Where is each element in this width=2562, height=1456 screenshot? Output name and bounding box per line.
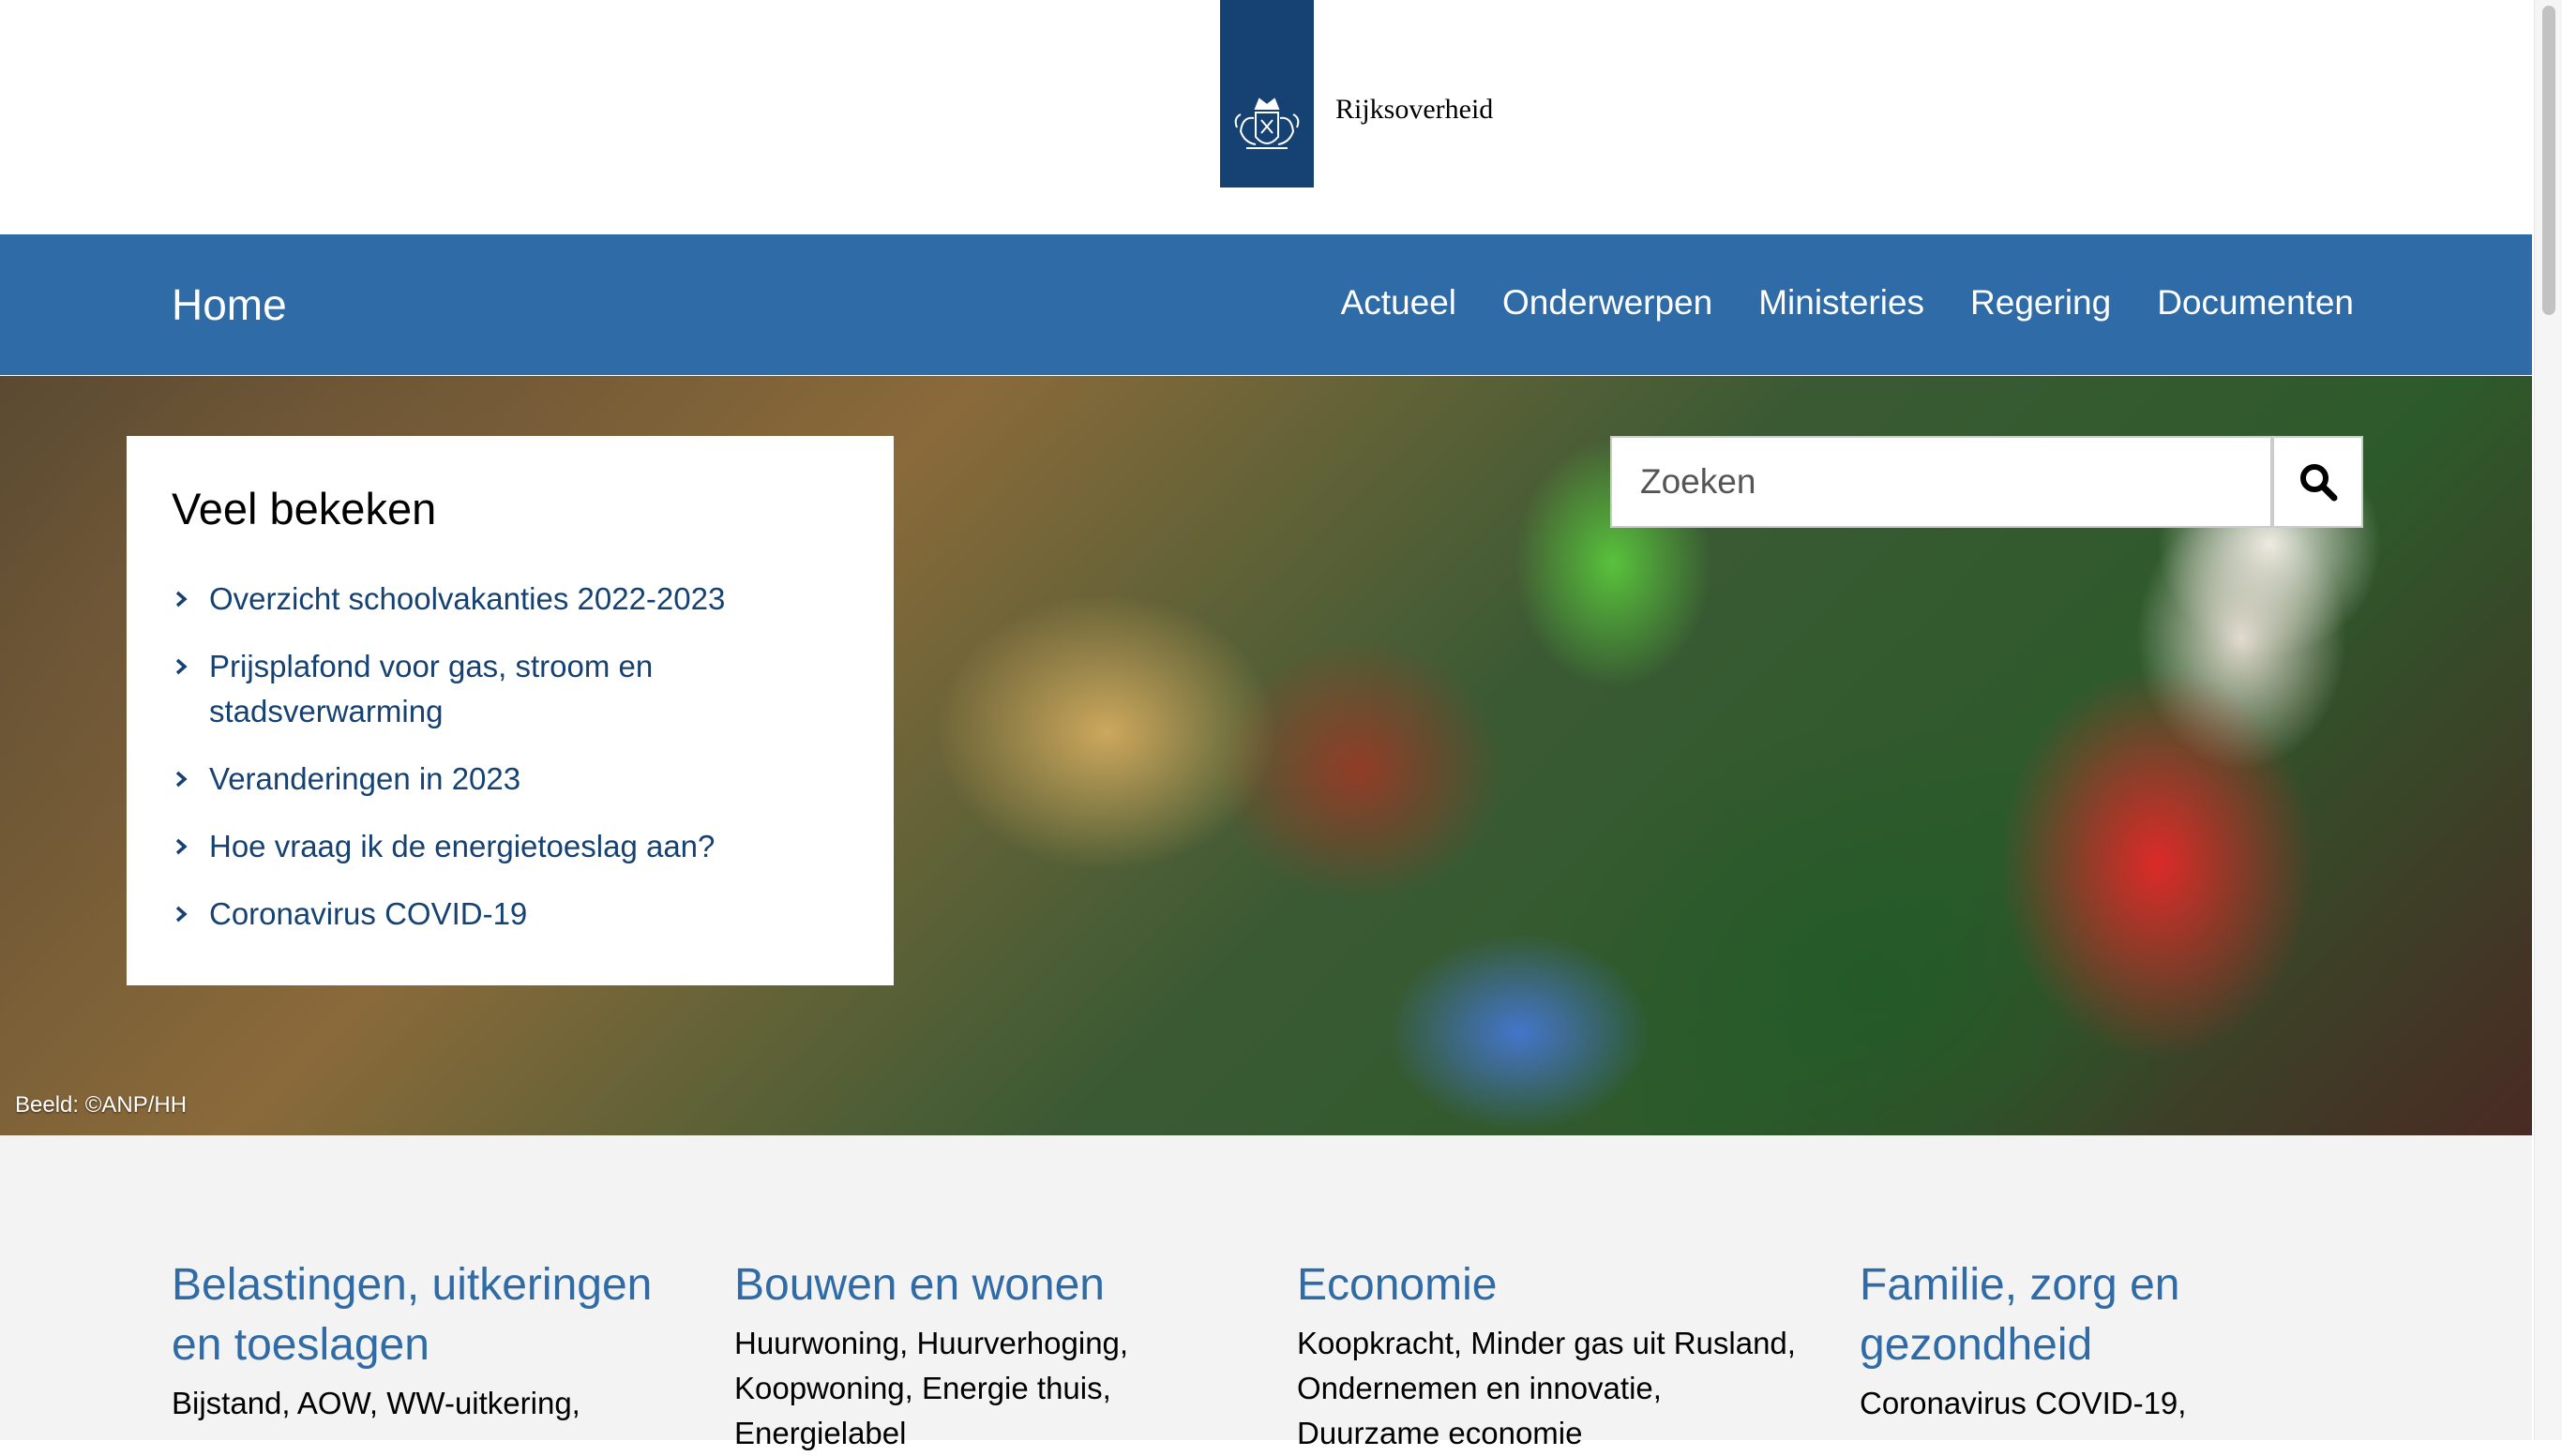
chevron-right-icon	[175, 771, 188, 788]
popular-list: Overzicht schoolvakanties 2022-2023 Prij…	[172, 577, 847, 959]
search-input[interactable]	[1610, 436, 2272, 528]
list-item: Hoe vraag ik de energietoeslag aan?	[172, 824, 847, 869]
search-form	[1610, 436, 2363, 528]
chevron-right-icon	[175, 906, 188, 923]
nav-home[interactable]: Home	[172, 279, 287, 330]
panel-title: Veel bekeken	[172, 484, 437, 533]
topics-section: Belastingen, uitkeringen en toeslagen Bi…	[0, 1135, 2532, 1450]
topic-familie-zorg: Familie, zorg en gezondheid Coronavirus …	[1860, 1255, 2366, 1426]
popular-panel: Veel bekeken Overzicht schoolvakanties 2…	[127, 436, 894, 985]
search-icon	[2299, 464, 2337, 502]
popular-link-prijsplafond[interactable]: Prijsplafond voor gas, stroom en stadsve…	[209, 649, 653, 728]
hero-banner: Veel bekeken Overzicht schoolvakanties 2…	[0, 376, 2532, 1135]
chevron-right-icon	[175, 838, 188, 855]
topic-title[interactable]: Bouwen en wonen	[734, 1255, 1241, 1315]
topic-title[interactable]: Economie	[1297, 1255, 1803, 1315]
logo-text: Rijksoverheid	[1335, 94, 1494, 125]
topic-description: Bijstand, AOW, WW-uitkering,	[172, 1386, 580, 1420]
rijksoverheid-logo[interactable]	[1220, 0, 1314, 188]
topic-bouwen-en-wonen: Bouwen en wonen Huurwoning, Huurverhogin…	[734, 1255, 1241, 1456]
site-header: Rijksoverheid	[0, 0, 2532, 234]
list-item: Coronavirus COVID-19	[172, 892, 847, 937]
scrollbar-thumb[interactable]	[2542, 6, 2555, 315]
topic-title[interactable]: Belastingen, uitkeringen en toeslagen	[172, 1255, 678, 1375]
nav-onderwerpen[interactable]: Onderwerpen	[1502, 283, 1712, 323]
topic-description: Huurwoning, Huurverhoging, Koopwoning, E…	[734, 1326, 1129, 1450]
topic-title[interactable]: Familie, zorg en gezondheid	[1860, 1255, 2366, 1375]
list-item: Veranderingen in 2023	[172, 757, 847, 802]
nav-ministeries[interactable]: Ministeries	[1758, 283, 1924, 323]
topic-description: Coronavirus COVID-19,	[1860, 1386, 2187, 1420]
popular-link-coronavirus[interactable]: Coronavirus COVID-19	[209, 896, 527, 931]
nav-links: Actueel Onderwerpen Ministeries Regering…	[1341, 283, 2354, 323]
list-item: Prijsplafond voor gas, stroom en stadsve…	[172, 644, 847, 734]
list-item: Overzicht schoolvakanties 2022-2023	[172, 577, 847, 622]
topic-economie: Economie Koopkracht, Minder gas uit Rusl…	[1297, 1255, 1803, 1456]
coat-of-arms-icon	[1234, 98, 1300, 149]
search-button[interactable]	[2272, 436, 2363, 528]
popular-link-energietoeslag[interactable]: Hoe vraag ik de energietoeslag aan?	[209, 829, 715, 863]
image-credit: Beeld: ©ANP/HH	[15, 1092, 188, 1118]
popular-link-veranderingen[interactable]: Veranderingen in 2023	[209, 761, 520, 796]
chevron-right-icon	[175, 658, 188, 675]
page-scrollbar[interactable]	[2534, 0, 2562, 1440]
popular-link-schoolvakanties[interactable]: Overzicht schoolvakanties 2022-2023	[209, 581, 725, 616]
main-navigation: Home Actueel Onderwerpen Ministeries Reg…	[0, 234, 2532, 375]
nav-actueel[interactable]: Actueel	[1341, 283, 1456, 323]
nav-regering[interactable]: Regering	[1970, 283, 2111, 323]
nav-documenten[interactable]: Documenten	[2157, 283, 2354, 323]
topic-belastingen: Belastingen, uitkeringen en toeslagen Bi…	[172, 1255, 678, 1426]
chevron-right-icon	[175, 591, 188, 608]
topic-description: Koopkracht, Minder gas uit Rusland, Onde…	[1297, 1326, 1796, 1450]
